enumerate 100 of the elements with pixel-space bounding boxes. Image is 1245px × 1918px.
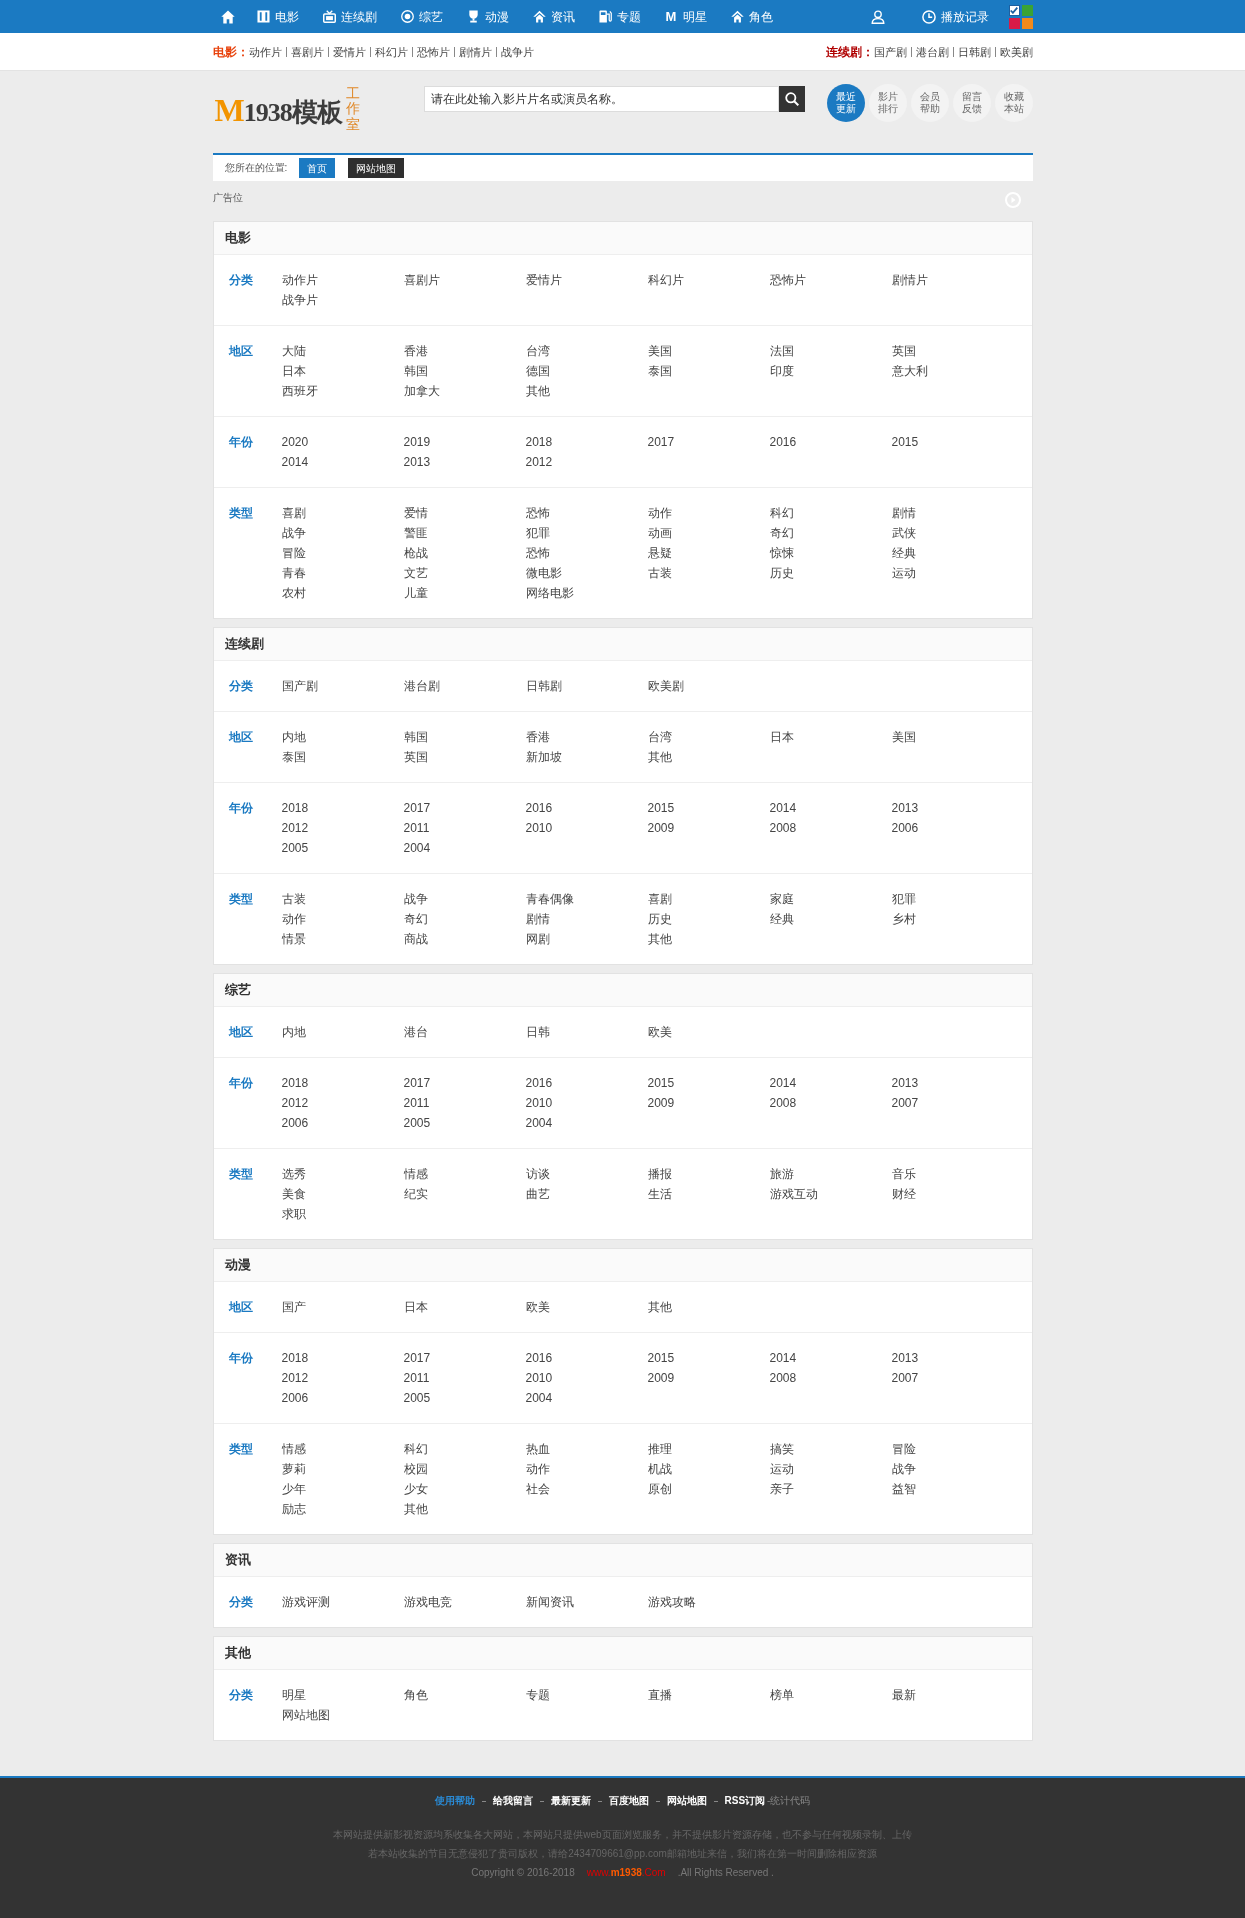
filter-link[interactable]: 原创: [647, 1479, 672, 1499]
filter-link[interactable]: 2017: [403, 798, 431, 818]
filter-link[interactable]: 警匪: [403, 523, 428, 543]
filter-link[interactable]: 2015: [891, 432, 919, 452]
subnav-link[interactable]: 恐怖片: [416, 44, 450, 59]
filter-link[interactable]: 古装: [281, 889, 306, 909]
quick-link[interactable]: 最近更新: [826, 84, 865, 122]
breadcrumb-link[interactable]: 网站地图: [348, 158, 405, 178]
filter-link[interactable]: 西班牙: [281, 381, 318, 401]
filter-link[interactable]: 曲艺: [525, 1184, 550, 1204]
filter-link[interactable]: 乡村: [891, 909, 916, 929]
subnav-link[interactable]: 喜剧片: [290, 44, 324, 59]
filter-link[interactable]: 情景: [281, 929, 306, 949]
filter-link[interactable]: 香港: [525, 727, 550, 747]
filter-link[interactable]: 旅游: [769, 1164, 794, 1184]
filter-link[interactable]: 2004: [525, 1113, 553, 1133]
subnav-link[interactable]: 剧情片: [458, 44, 492, 59]
filter-link[interactable]: 2018: [281, 1348, 309, 1368]
filter-link[interactable]: 日本: [403, 1297, 428, 1317]
filter-link[interactable]: 2010: [525, 1368, 553, 1388]
quick-link[interactable]: 会员帮助: [910, 84, 949, 122]
filter-link[interactable]: 剧情: [525, 909, 550, 929]
filter-link[interactable]: 2012: [281, 1093, 309, 1113]
filter-link[interactable]: 游戏互动: [769, 1184, 818, 1204]
filter-link[interactable]: 情感: [281, 1439, 306, 1459]
filter-link[interactable]: 游戏评测: [281, 1592, 330, 1612]
filter-link[interactable]: 其他: [403, 1499, 428, 1519]
quick-link[interactable]: 影片排行: [868, 84, 907, 122]
filter-link[interactable]: 2009: [647, 1093, 675, 1113]
filter-link[interactable]: 亲子: [769, 1479, 794, 1499]
filter-link[interactable]: 2014: [769, 1348, 797, 1368]
footer-link[interactable]: 最新更新: [550, 1794, 591, 1808]
filter-link[interactable]: 经典: [891, 543, 916, 563]
filter-link[interactable]: 2011: [403, 1368, 430, 1388]
filter-link[interactable]: 欧美: [647, 1022, 672, 1042]
filter-link[interactable]: 明星: [281, 1685, 306, 1705]
filter-link[interactable]: 悬疑: [647, 543, 672, 563]
filter-link[interactable]: 意大利: [891, 361, 928, 381]
filter-link[interactable]: 2018: [281, 1073, 309, 1093]
theme-swatch[interactable]: [1021, 4, 1033, 16]
nav-link[interactable]: 电影: [256, 8, 299, 25]
history-link[interactable]: 播放记录: [921, 8, 989, 25]
filter-link[interactable]: 奇幻: [769, 523, 794, 543]
filter-link[interactable]: 剧情: [891, 503, 916, 523]
filter-link[interactable]: 2014: [769, 1073, 797, 1093]
theme-swatch[interactable]: [1008, 17, 1020, 29]
filter-link[interactable]: 科幻: [403, 1439, 428, 1459]
filter-link[interactable]: 青春偶像: [525, 889, 574, 909]
filter-link[interactable]: 美食: [281, 1184, 306, 1204]
filter-link[interactable]: 科幻片: [647, 270, 684, 290]
filter-link[interactable]: 热血: [525, 1439, 550, 1459]
filter-link[interactable]: 2013: [891, 1073, 919, 1093]
filter-link[interactable]: 校园: [403, 1459, 428, 1479]
filter-link[interactable]: 2015: [647, 798, 675, 818]
filter-link[interactable]: 犯罪: [525, 523, 550, 543]
nav-link[interactable]: 连续剧: [322, 8, 377, 25]
breadcrumb-link[interactable]: 首页: [299, 158, 336, 178]
filter-link[interactable]: 2017: [403, 1073, 431, 1093]
filter-link[interactable]: 恐怖片: [769, 270, 806, 290]
filter-link[interactable]: 2014: [769, 798, 797, 818]
filter-link[interactable]: 动作: [525, 1459, 550, 1479]
filter-link[interactable]: 社会: [525, 1479, 550, 1499]
filter-link[interactable]: 韩国: [403, 727, 428, 747]
filter-link[interactable]: 其他: [647, 747, 672, 767]
filter-link[interactable]: 动作: [647, 503, 672, 523]
subnav-link[interactable]: 科幻片: [374, 44, 408, 59]
filter-link[interactable]: 战争片: [281, 290, 318, 310]
nav-link[interactable]: 角色: [730, 8, 773, 25]
filter-link[interactable]: 2012: [281, 1368, 309, 1388]
filter-link[interactable]: 剧情片: [891, 270, 928, 290]
filter-link[interactable]: 惊悚: [769, 543, 794, 563]
filter-link[interactable]: 推理: [647, 1439, 672, 1459]
filter-link[interactable]: 韩国: [403, 361, 428, 381]
filter-link[interactable]: 日本: [281, 361, 306, 381]
footer-link[interactable]: 百度地图: [608, 1794, 649, 1808]
filter-link[interactable]: 动画: [647, 523, 672, 543]
filter-link[interactable]: 2006: [281, 1388, 309, 1408]
filter-link[interactable]: 奇幻: [403, 909, 428, 929]
filter-link[interactable]: 古装: [647, 563, 672, 583]
filter-link[interactable]: 加拿大: [403, 381, 440, 401]
nav-link[interactable]: 资讯: [532, 8, 575, 25]
filter-link[interactable]: 网站地图: [281, 1705, 330, 1725]
filter-link[interactable]: 犯罪: [891, 889, 916, 909]
filter-link[interactable]: 2018: [525, 432, 553, 452]
filter-link[interactable]: 欧美剧: [647, 676, 684, 696]
filter-link[interactable]: 日韩剧: [525, 676, 562, 696]
filter-link[interactable]: 求职: [281, 1204, 306, 1224]
subnav-link[interactable]: 国产剧: [873, 44, 907, 59]
filter-link[interactable]: 泰国: [281, 747, 306, 767]
filter-link[interactable]: 游戏电竞: [403, 1592, 452, 1612]
filter-link[interactable]: 历史: [647, 909, 672, 929]
filter-link[interactable]: 经典: [769, 909, 794, 929]
filter-link[interactable]: 爱情片: [525, 270, 562, 290]
filter-link[interactable]: 内地: [281, 727, 306, 747]
filter-link[interactable]: 2009: [647, 1368, 675, 1388]
filter-link[interactable]: 音乐: [891, 1164, 916, 1184]
filter-link[interactable]: 直播: [647, 1685, 672, 1705]
home-link[interactable]: [220, 9, 235, 24]
filter-link[interactable]: 2013: [403, 452, 431, 472]
filter-link[interactable]: 新闻资讯: [525, 1592, 574, 1612]
